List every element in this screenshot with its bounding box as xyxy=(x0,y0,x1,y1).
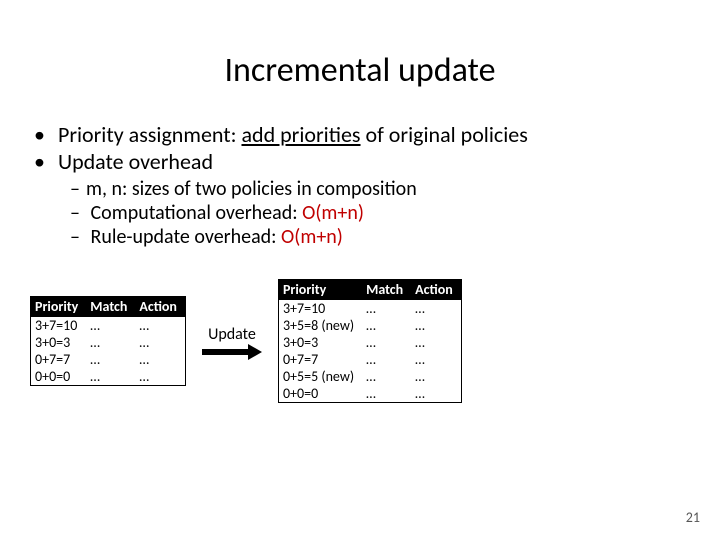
complexity-value: O(m+n) xyxy=(302,201,364,225)
cell-action: … xyxy=(135,317,185,334)
cell-action: … xyxy=(411,385,461,403)
bullet-text: Update overhead xyxy=(58,148,213,175)
col-priority: Priority xyxy=(278,279,362,300)
table-after: Priority Match Action 3+7=10……3+5=8 (new… xyxy=(278,279,462,403)
col-priority: Priority xyxy=(31,296,87,317)
cell-priority: 0+7=7 xyxy=(31,351,87,368)
cell-action: … xyxy=(411,334,461,351)
page-number: 21 xyxy=(686,509,700,526)
cell-match: … xyxy=(362,385,411,403)
cell-action: … xyxy=(135,334,185,351)
table-row: 0+5=5 (new)…… xyxy=(278,368,461,385)
col-action: Action xyxy=(411,279,461,300)
table-row: 0+0=0…… xyxy=(31,368,186,386)
subbullet-text: Rule-update overhead: xyxy=(91,225,282,249)
arrow-label: Update xyxy=(208,325,256,344)
table-row: 3+0=3…… xyxy=(278,334,461,351)
cell-action: … xyxy=(411,317,461,334)
table-row: 3+7=10…… xyxy=(278,300,461,317)
cell-priority: 0+0=0 xyxy=(31,368,87,386)
cell-match: … xyxy=(86,317,135,334)
table-row: 0+7=7…… xyxy=(31,351,186,368)
cell-match: … xyxy=(86,368,135,386)
bullet-text: of original policies xyxy=(361,121,528,148)
slide-title: Incremental update xyxy=(30,50,690,91)
col-match: Match xyxy=(362,279,411,300)
cell-priority: 3+7=10 xyxy=(278,300,362,317)
cell-action: … xyxy=(135,351,185,368)
bullet-priority-assignment: Priority assignment: add priorities of o… xyxy=(30,121,690,148)
arrow-icon xyxy=(202,346,262,358)
cell-action: … xyxy=(411,351,461,368)
cell-match: … xyxy=(362,334,411,351)
subbullet-computational: Computational overhead: O(m+n) xyxy=(70,201,690,225)
cell-priority: 0+0=0 xyxy=(278,385,362,403)
cell-match: … xyxy=(362,317,411,334)
cell-priority: 0+5=5 (new) xyxy=(278,368,362,385)
cell-action: … xyxy=(411,300,461,317)
cell-priority: 0+7=7 xyxy=(278,351,362,368)
cell-action: … xyxy=(135,368,185,386)
cell-priority: 3+7=10 xyxy=(31,317,87,334)
cell-priority: 3+0=3 xyxy=(278,334,362,351)
table-row: 0+7=7…… xyxy=(278,351,461,368)
table-row: 3+7=10…… xyxy=(31,317,186,334)
table-row: 3+5=8 (new)…… xyxy=(278,317,461,334)
complexity-value: O(m+n) xyxy=(281,225,343,249)
subbullet-sizes: m, n: sizes of two policies in compositi… xyxy=(70,177,690,201)
table-before: Priority Match Action 3+7=10……3+0=3……0+7… xyxy=(30,296,186,386)
cell-match: … xyxy=(86,334,135,351)
subbullet-rule-update: Rule-update overhead: O(m+n) xyxy=(70,225,690,249)
table-row: 3+0=3…… xyxy=(31,334,186,351)
table-row: 0+0=0…… xyxy=(278,385,461,403)
cell-priority: 3+0=3 xyxy=(31,334,87,351)
subbullet-text: Computational overhead: xyxy=(91,201,303,225)
cell-match: … xyxy=(362,368,411,385)
cell-match: … xyxy=(86,351,135,368)
cell-match: … xyxy=(362,300,411,317)
bullet-text: Priority assignment: xyxy=(58,121,242,148)
col-action: Action xyxy=(135,296,185,317)
cell-action: … xyxy=(411,368,461,385)
bullet-update-overhead: Update overhead m, n: sizes of two polic… xyxy=(30,148,690,249)
bullet-underlined: add priorities xyxy=(241,121,360,148)
cell-match: … xyxy=(362,351,411,368)
cell-priority: 3+5=8 (new) xyxy=(278,317,362,334)
col-match: Match xyxy=(86,296,135,317)
